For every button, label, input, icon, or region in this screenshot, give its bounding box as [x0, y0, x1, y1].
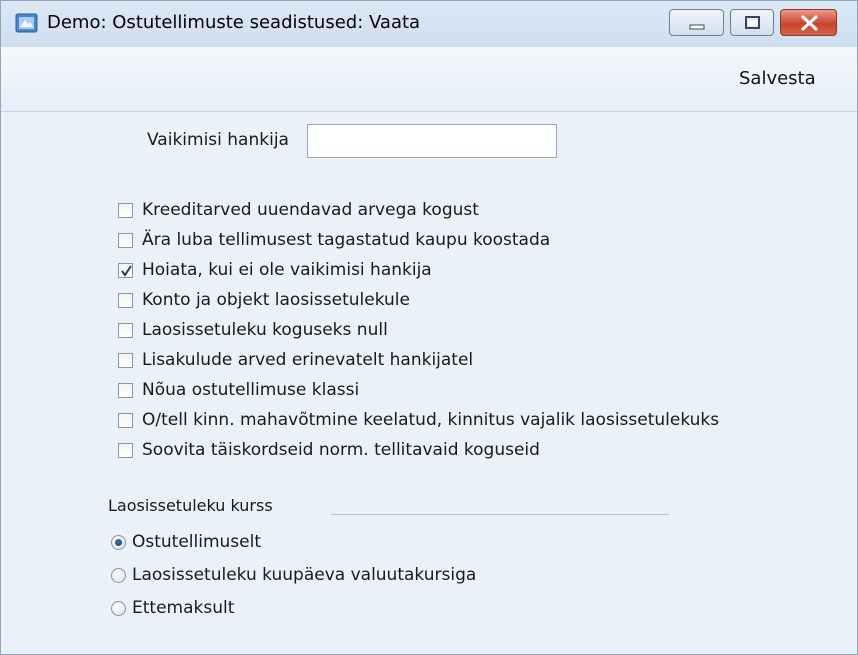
- checkbox-label: Kreeditarved uuendavad arvega kogust: [142, 200, 479, 220]
- checkbox-label: O/tell kinn. mahavõtmine keelatud, kinni…: [142, 410, 720, 430]
- checkbox[interactable]: [118, 442, 133, 458]
- minimize-icon: [689, 24, 705, 30]
- checkbox-row[interactable]: O/tell kinn. mahavõtmine keelatud, kinni…: [118, 408, 719, 432]
- checkbox-row[interactable]: Konto ja objekt laosissetulekule: [118, 288, 410, 312]
- close-button[interactable]: [780, 9, 837, 36]
- checkbox-label: Nõua ostutellimuse klassi: [142, 380, 360, 400]
- radio-button-selected[interactable]: [111, 534, 126, 550]
- checkbox-label: Konto ja objekt laosissetulekule: [142, 290, 410, 310]
- rate-group-label: Laosissetuleku kurss: [108, 496, 273, 515]
- default-supplier-input[interactable]: [307, 124, 557, 158]
- maximize-button[interactable]: [730, 9, 774, 36]
- checkmark-icon: [121, 264, 132, 277]
- checkbox-label: Laosissetuleku koguseks null: [142, 320, 388, 340]
- checkbox-row[interactable]: Laosissetuleku koguseks null: [118, 318, 388, 342]
- group-divider: [331, 514, 669, 515]
- app-icon: [15, 12, 39, 34]
- default-supplier-label: Vaikimisi hankija: [147, 130, 289, 150]
- checkbox-label: Hoiata, kui ei ole vaikimisi hankija: [142, 260, 432, 280]
- checkbox-label: Lisakulude arved erinevatelt hankijatel: [142, 350, 474, 370]
- radio-row[interactable]: Ostutellimuselt: [111, 530, 261, 554]
- toolbar: Salvesta: [1, 47, 857, 112]
- checkbox-row[interactable]: Soovita täiskordseid norm. tellitavaid k…: [118, 438, 540, 462]
- checkbox[interactable]: [118, 412, 133, 428]
- checkbox[interactable]: [118, 232, 133, 248]
- checkbox-row[interactable]: Nõua ostutellimuse klassi: [118, 378, 359, 402]
- checkbox-row[interactable]: Lisakulude arved erinevatelt hankijatel: [118, 348, 473, 372]
- settings-window: Demo: Ostutellimuste seadistused: Vaata …: [0, 0, 858, 655]
- close-icon: [801, 15, 818, 31]
- radio-label: Ettemaksult: [132, 598, 235, 618]
- radio-button[interactable]: [111, 600, 126, 616]
- title-bar[interactable]: Demo: Ostutellimuste seadistused: Vaata: [1, 1, 857, 47]
- checkbox-row[interactable]: Kreeditarved uuendavad arvega kogust: [118, 198, 479, 222]
- maximize-icon: [745, 16, 760, 29]
- minimize-button[interactable]: [669, 9, 724, 36]
- settings-form: Vaikimisi hankija Kreeditarved uuendavad…: [1, 112, 857, 654]
- radio-row[interactable]: Laosissetuleku kuupäeva valuutakursiga: [111, 563, 476, 587]
- checkbox-checked[interactable]: [118, 262, 133, 278]
- checkbox[interactable]: [118, 292, 133, 308]
- radio-button[interactable]: [111, 567, 126, 583]
- radio-label: Ostutellimuselt: [132, 532, 262, 552]
- checkbox[interactable]: [118, 382, 133, 398]
- checkbox-row[interactable]: Hoiata, kui ei ole vaikimisi hankija: [118, 258, 432, 282]
- checkbox-label: Soovita täiskordseid norm. tellitavaid k…: [142, 440, 540, 460]
- checkbox[interactable]: [118, 352, 133, 368]
- save-button[interactable]: Salvesta: [739, 68, 816, 89]
- window-title: Demo: Ostutellimuste seadistused: Vaata: [47, 12, 421, 33]
- radio-row[interactable]: Ettemaksult: [111, 596, 234, 620]
- checkbox-label: Ära luba tellimusest tagastatud kaupu ko…: [142, 230, 551, 250]
- radio-label: Laosissetuleku kuupäeva valuutakursiga: [132, 565, 477, 585]
- checkbox-row[interactable]: Ära luba tellimusest tagastatud kaupu ko…: [118, 228, 550, 252]
- checkbox[interactable]: [118, 202, 133, 218]
- checkbox[interactable]: [118, 322, 133, 338]
